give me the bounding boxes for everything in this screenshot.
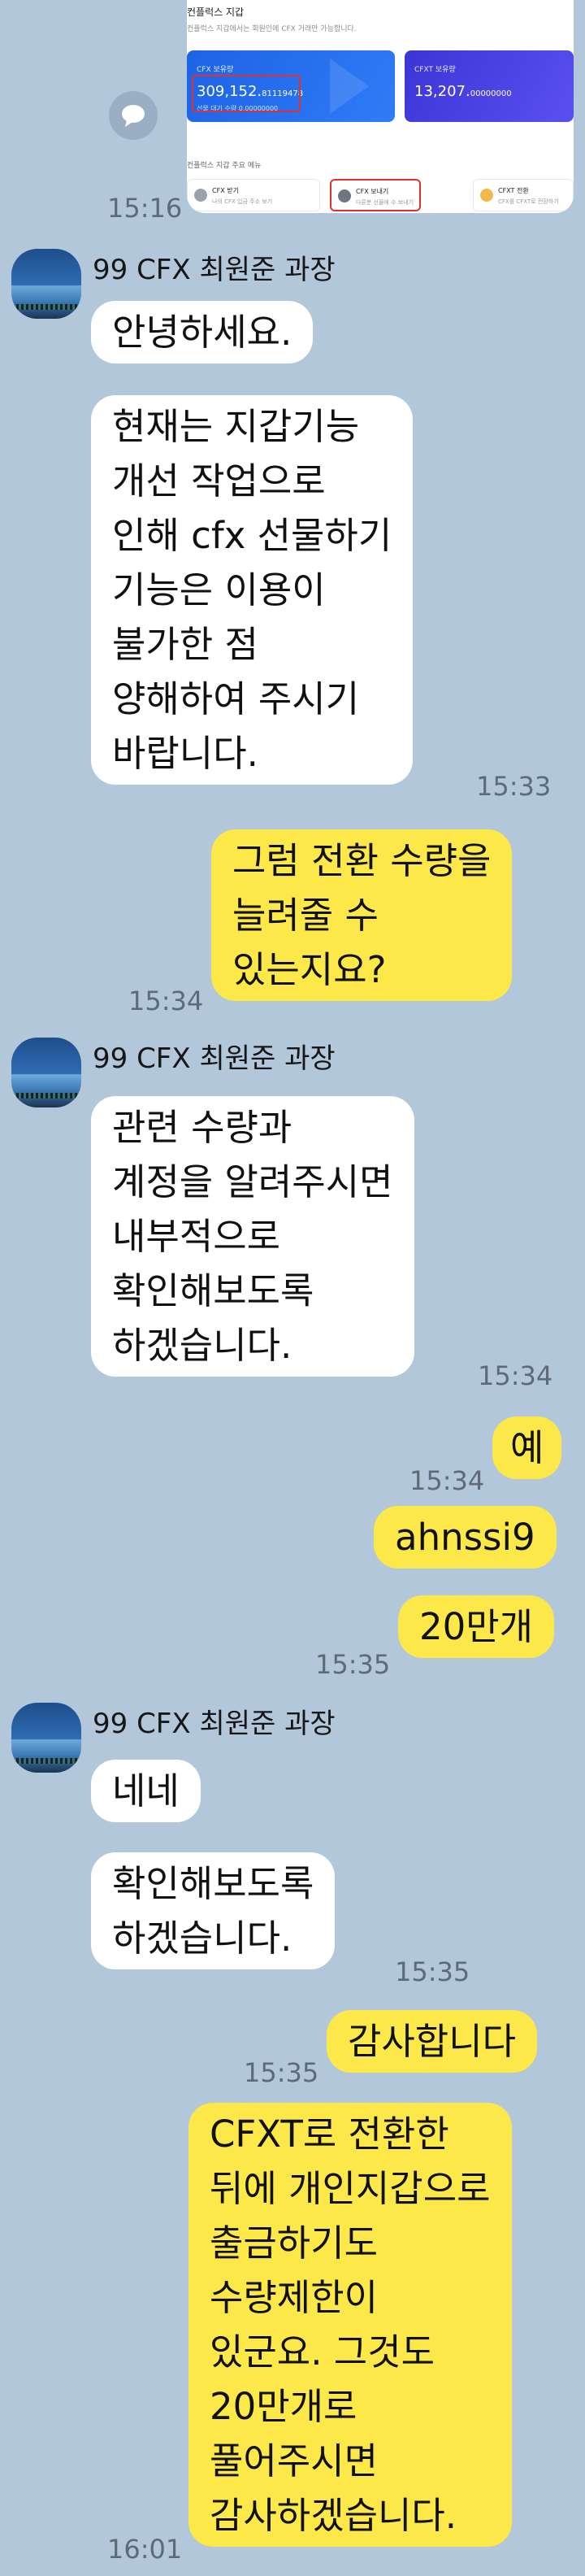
message-bubble[interactable]: 감사합니다 (327, 2010, 538, 2073)
message-bubble[interactable]: 확인해보도록 하겠습니다. (91, 1852, 336, 1969)
cfxt-balance-label: CFXT 보유량 (414, 66, 456, 74)
message-line: 있는지요? (232, 948, 387, 991)
message-line: 관련 수량과 (112, 1106, 292, 1149)
timestamp: 16:01 (107, 2534, 183, 2565)
menu-item-title: CFX 받기 (212, 187, 239, 194)
menu-item-desc: CFX를 CFXT로 전환하기 (498, 198, 559, 205)
message-line: 풀어주시면 (210, 2439, 379, 2482)
message-bubble[interactable]: 20만개 (398, 1595, 555, 1658)
message-line: 불가한 점 (112, 623, 258, 666)
menu-item-desc: 나의 CFX 입금 주소 보기 (212, 198, 273, 205)
timestamp: 15:35 (395, 1956, 470, 1987)
message-text: 네네 (112, 1769, 180, 1812)
message-bubble[interactable]: ahnssi9 (374, 1506, 557, 1569)
message-bubble[interactable]: 안녕하세요. (91, 301, 314, 363)
message-bubble[interactable]: 관련 수량과 계정을 알려주시면 내부적으로 확인해보도록 하겠습니다. (91, 1096, 414, 1377)
message-line: 현재는 지갑기능 (112, 405, 360, 448)
message-bubble[interactable]: 그럼 전환 수량을 늘려줄 수 있는지요? (211, 829, 513, 1001)
shared-wallet-screenshot[interactable]: 컨플럭스 지갑 컨플럭스 지갑에서는 회원인에 CFX 거래만 가능합니다. C… (187, 0, 574, 213)
menu-item-title: CFX 보내기 (356, 188, 389, 195)
message-text: 20만개 (419, 1605, 534, 1648)
highlight-box (192, 75, 301, 112)
sender-name: 99 CFX 최원준 과장 (93, 254, 336, 286)
message-line: 하겠습니다. (112, 1324, 292, 1367)
timestamp: 15:16 (107, 193, 183, 224)
cfxt-balance-decimal: 00000000 (470, 89, 512, 98)
avatar[interactable] (11, 1038, 81, 1107)
timestamp: 15:34 (410, 1465, 485, 1496)
message-line: 계정을 알려주시면 (112, 1160, 393, 1203)
cfx-balance-card: CFX 보유량 309,152.81119478 선물 대기 수량 0,0000… (187, 50, 395, 122)
menu-item-convert: CFXT 전환 CFX를 CFXT로 전환하기 (473, 179, 574, 211)
message-line: 있군요. 그것도 (210, 2330, 436, 2374)
message-line: 감사하겠습니다. (210, 2494, 457, 2537)
message-line: 20만개로 (210, 2385, 358, 2428)
play-decoration-icon (330, 59, 369, 114)
message-text: 예 (510, 1426, 544, 1469)
message-bubble[interactable]: 네네 (91, 1760, 201, 1822)
cfx-balance-label: CFX 보유량 (197, 66, 234, 74)
message-bubble[interactable]: CFXT로 전환한 뒤에 개인지갑으로 출금하기도 수량제한이 있군요. 그것도… (188, 2103, 512, 2547)
message-text: 감사합니다 (348, 2020, 517, 2063)
timestamp: 15:34 (128, 986, 204, 1016)
cfxt-balance-card: CFXT 보유량 13,207.00000000 (405, 50, 574, 122)
message-line: 개선 작업으로 (112, 459, 326, 503)
avatar[interactable] (11, 249, 81, 319)
menu-item-desc: 다른분 선물에 수 보내기 (356, 199, 414, 206)
message-line: 출금하기도 (210, 2221, 379, 2265)
cfxt-balance-main: 13,207. (414, 83, 470, 100)
message-line: 내부적으로 (112, 1215, 281, 1258)
message-line: 뒤에 개인지갑으로 (210, 2167, 491, 2210)
timestamp: 15:33 (476, 771, 552, 802)
message-line: 인해 cfx 선물하기 (112, 514, 392, 557)
menu-item-title: CFXT 전환 (498, 187, 529, 194)
message-line: 그럼 전환 수량을 (232, 839, 492, 882)
message-line: 확인해보도록 (112, 1862, 314, 1905)
timestamp: 15:35 (244, 2057, 319, 2088)
avatar[interactable] (11, 1703, 81, 1773)
message-line: 하겠습니다. (112, 1917, 292, 1960)
timestamp: 15:35 (315, 1649, 391, 1680)
message-line: 확인해보도록 (112, 1269, 314, 1312)
wallet-title: 컨플럭스 지갑 (187, 7, 245, 18)
convert-icon (480, 189, 493, 202)
message-line: 양해하여 주시기 (112, 677, 360, 720)
receive-icon (194, 189, 207, 202)
sender-name: 99 CFX 최원준 과장 (93, 1708, 336, 1740)
wallet-menu-title: 컨플럭스 지갑 주요 메뉴 (187, 162, 262, 170)
message-text: ahnssi9 (395, 1516, 535, 1559)
message-bubble[interactable]: 현재는 지갑기능 개선 작업으로 인해 cfx 선물하기 기능은 이용이 불가한… (91, 395, 414, 785)
message-line: 기능은 이용이 (112, 568, 326, 611)
message-line: CFXT로 전환한 (210, 2113, 449, 2156)
cfxt-balance-value: 13,207.00000000 (414, 83, 512, 100)
message-line: 수량제한이 (210, 2276, 379, 2319)
message-text: 안녕하세요. (112, 311, 292, 354)
speech-bubble-icon (122, 105, 145, 127)
timestamp: 15:34 (478, 1360, 553, 1391)
message-line: 바랍니다. (112, 732, 258, 775)
share-button[interactable] (109, 91, 158, 140)
sender-name: 99 CFX 최원준 과장 (93, 1042, 336, 1075)
menu-item-send: CFX 보내기 다른분 선물에 수 보내기 (330, 179, 421, 211)
message-line: 늘려줄 수 (232, 894, 379, 937)
menu-item-receive: CFX 받기 나의 CFX 입금 주소 보기 (187, 179, 320, 211)
wallet-subtitle: 컨플럭스 지갑에서는 회원인에 CFX 거래만 가능합니다. (187, 25, 357, 33)
send-icon (338, 189, 351, 202)
message-bubble[interactable]: 예 (492, 1416, 562, 1479)
